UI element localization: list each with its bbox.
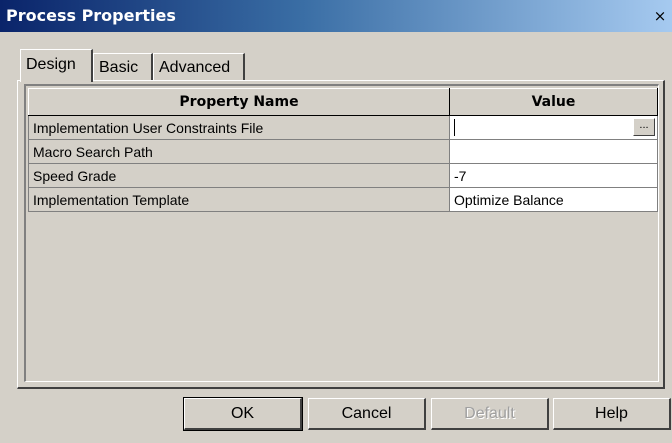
close-icon[interactable]: × <box>652 9 668 25</box>
column-header-property-name[interactable]: Property Name <box>28 88 450 116</box>
text-caret <box>454 119 455 137</box>
help-button[interactable]: Help <box>553 398 671 430</box>
table-row[interactable]: Implementation Template Optimize Balance <box>28 187 658 212</box>
window-title: Process Properties <box>6 6 176 25</box>
property-name-cell[interactable]: Macro Search Path <box>28 139 450 164</box>
column-header-value[interactable]: Value <box>449 88 658 116</box>
property-grid[interactable]: Property Name Value Implementation User … <box>24 84 659 382</box>
cancel-button[interactable]: Cancel <box>308 398 426 430</box>
property-value-cell[interactable]: Optimize Balance <box>449 187 658 212</box>
tab-advanced[interactable]: Advanced <box>153 53 245 80</box>
table-row[interactable]: Implementation User Constraints File ... <box>28 115 658 140</box>
browse-button[interactable]: ... <box>633 118 655 136</box>
property-name-cell[interactable]: Implementation Template <box>28 187 450 212</box>
property-value-cell[interactable]: -7 <box>449 163 658 188</box>
tab-design[interactable]: Design <box>20 49 93 82</box>
ok-button[interactable]: OK <box>183 397 303 431</box>
table-row[interactable]: Speed Grade -7 <box>28 163 658 188</box>
property-value-cell[interactable] <box>449 139 658 164</box>
property-name-cell[interactable]: Speed Grade <box>28 163 450 188</box>
default-button[interactable]: Default <box>431 398 549 430</box>
property-name-cell[interactable]: Implementation User Constraints File <box>28 115 450 140</box>
property-table: Property Name Value Implementation User … <box>28 88 658 212</box>
table-row[interactable]: Macro Search Path <box>28 139 658 164</box>
property-value-input[interactable]: ... <box>449 115 658 140</box>
title-bar[interactable]: Process Properties × <box>0 0 672 32</box>
tab-basic[interactable]: Basic <box>93 53 153 80</box>
